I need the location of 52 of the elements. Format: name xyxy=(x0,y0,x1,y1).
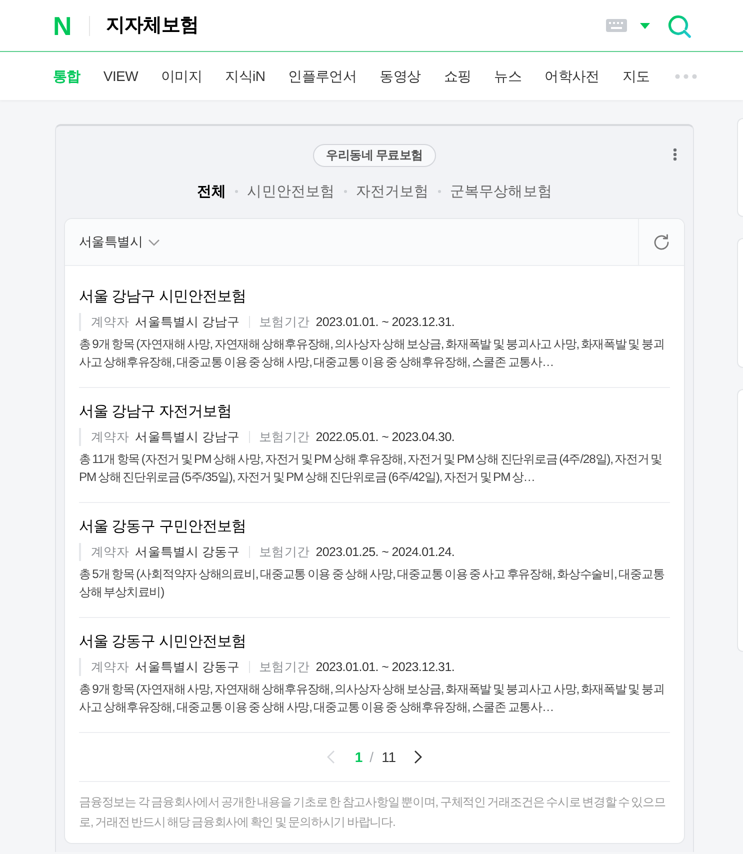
period-label: 보험기간 xyxy=(258,658,310,676)
total-pages: 11 xyxy=(382,749,396,765)
nav-tab[interactable]: VIEW xyxy=(103,66,138,86)
region-dropdown[interactable]: 서울특별시 xyxy=(79,233,160,251)
period-label: 보험기간 xyxy=(258,314,310,330)
insurance-title[interactable]: 서울 강남구 시민안전보험 xyxy=(79,287,670,307)
nav-tab[interactable]: 이미지 xyxy=(161,66,202,86)
period-label: 보험기간 xyxy=(258,544,310,560)
contractor-label: 계약자 xyxy=(91,314,130,330)
chevron-down-icon xyxy=(148,238,160,246)
page-separator: / xyxy=(370,749,374,765)
coverage-description: 총 5개 항목 (사회적약자 상해의료비, 대중교통 이용 중 상해 사망, 대중교통 이용 중 사고 후유장해, 화상수술비, 대중교통상해 부상치료비) xyxy=(79,566,666,601)
more-icon[interactable] xyxy=(674,74,697,78)
refresh-icon[interactable] xyxy=(653,234,670,250)
nav-tab[interactable]: 쇼핑 xyxy=(444,66,472,86)
search-icon[interactable] xyxy=(667,14,691,38)
disclaimer-text: 금융정보는 각 금융회사에서 공개한 내용을 기초로 한 참고사항일 뿐이며, 구체적인 거래조건은 수시로 변경할 수 있으므로, 거래전 반드시 해당 금융회사에 확인 및 문의하시기 바랍니다. xyxy=(79,794,666,831)
nav-tab[interactable]: 어학사전 xyxy=(544,66,600,86)
filter-tab[interactable]: 군복무상해보험 xyxy=(450,182,552,200)
period-value: 2023.01.01. ~ 2023.12.31. xyxy=(316,660,455,674)
nav-tab[interactable]: 지식iN xyxy=(225,66,266,86)
insurance-title[interactable]: 서울 강동구 시민안전보험 xyxy=(79,632,670,652)
nav-tab[interactable]: 인플루언서 xyxy=(288,66,357,86)
dropdown-triangle-icon[interactable] xyxy=(640,22,650,28)
insurance-title[interactable]: 서울 강남구 자전거보험 xyxy=(79,402,670,422)
contractor-value: 서울특별시 강동구 xyxy=(135,544,240,560)
coverage-description: 총 9개 항목 (자연재해 사망, 자연재해 상해후유장해, 의사상자 상해 보상금, 화재폭발 및 붕괴사고 사망, 화재폭발 및 붕괴사고 상해후유장해, 대중교통 이용 중 상해 사망, 대중교통 이용 중 상해후유장해, 스쿨존 교통사… xyxy=(79,681,666,716)
contractor-label: 계약자 xyxy=(91,544,130,560)
chevron-right-icon[interactable] xyxy=(414,750,422,764)
nav-tab[interactable]: 동영상 xyxy=(380,66,421,86)
coverage-description: 총 9개 항목 (자연재해 사망, 자연재해 상해후유장해, 의사상자 상해 보상금, 화재폭발 및 붕괴사고 사망, 화재폭발 및 붕괴사고 상해후유장해, 대중교통 이용 중 상해 사망, 대중교통 이용 중 상해후유장해, 스쿨존 교통사… xyxy=(79,336,666,371)
coverage-description: 총 11개 항목 (자전거 및 PM 상해 사망, 자전거 및 PM 상해 후유장해, 자전거 및 PM 상해 진단위로금 (4주/28일), 자전거 및 PM 상해 진단위로금 (5주/35일), 자전거 및 PM 상해 진단위로금 (6주/42일), 자전거 및 PM 상… xyxy=(79,451,664,486)
nav-tab[interactable]: 뉴스 xyxy=(494,66,522,86)
current-page: 1 xyxy=(354,749,363,765)
keyboard-icon[interactable] xyxy=(606,19,627,32)
filter-tab[interactable]: 시민안전보험 xyxy=(247,182,335,200)
filter-tab[interactable]: 전체 xyxy=(196,182,226,200)
insurance-title[interactable]: 서울 강동구 구민안전보험 xyxy=(79,517,670,537)
filter-tab[interactable]: 자전거보험 xyxy=(356,182,429,200)
more-options-icon[interactable] xyxy=(673,148,677,161)
contractor-label: 계약자 xyxy=(91,658,130,676)
nav-tab[interactable]: 지도 xyxy=(622,66,650,86)
contractor-value: 서울특별시 강남구 xyxy=(135,314,240,330)
period-value: 2023.01.01. ~ 2023.12.31. xyxy=(316,315,455,329)
contractor-label: 계약자 xyxy=(91,428,130,446)
search-field[interactable]: 지자체보험 xyxy=(106,12,590,38)
period-value: 2023.01.25. ~ 2024.01.24. xyxy=(316,545,455,559)
period-value: 2022.05.01. ~ 2023.04.30. xyxy=(316,430,455,444)
category-badge: 우리동네 무료보험 xyxy=(313,144,436,167)
contractor-value: 서울특별시 강남구 xyxy=(135,428,240,446)
contractor-value: 서울특별시 강동구 xyxy=(135,658,240,676)
period-label: 보험기간 xyxy=(258,428,310,446)
